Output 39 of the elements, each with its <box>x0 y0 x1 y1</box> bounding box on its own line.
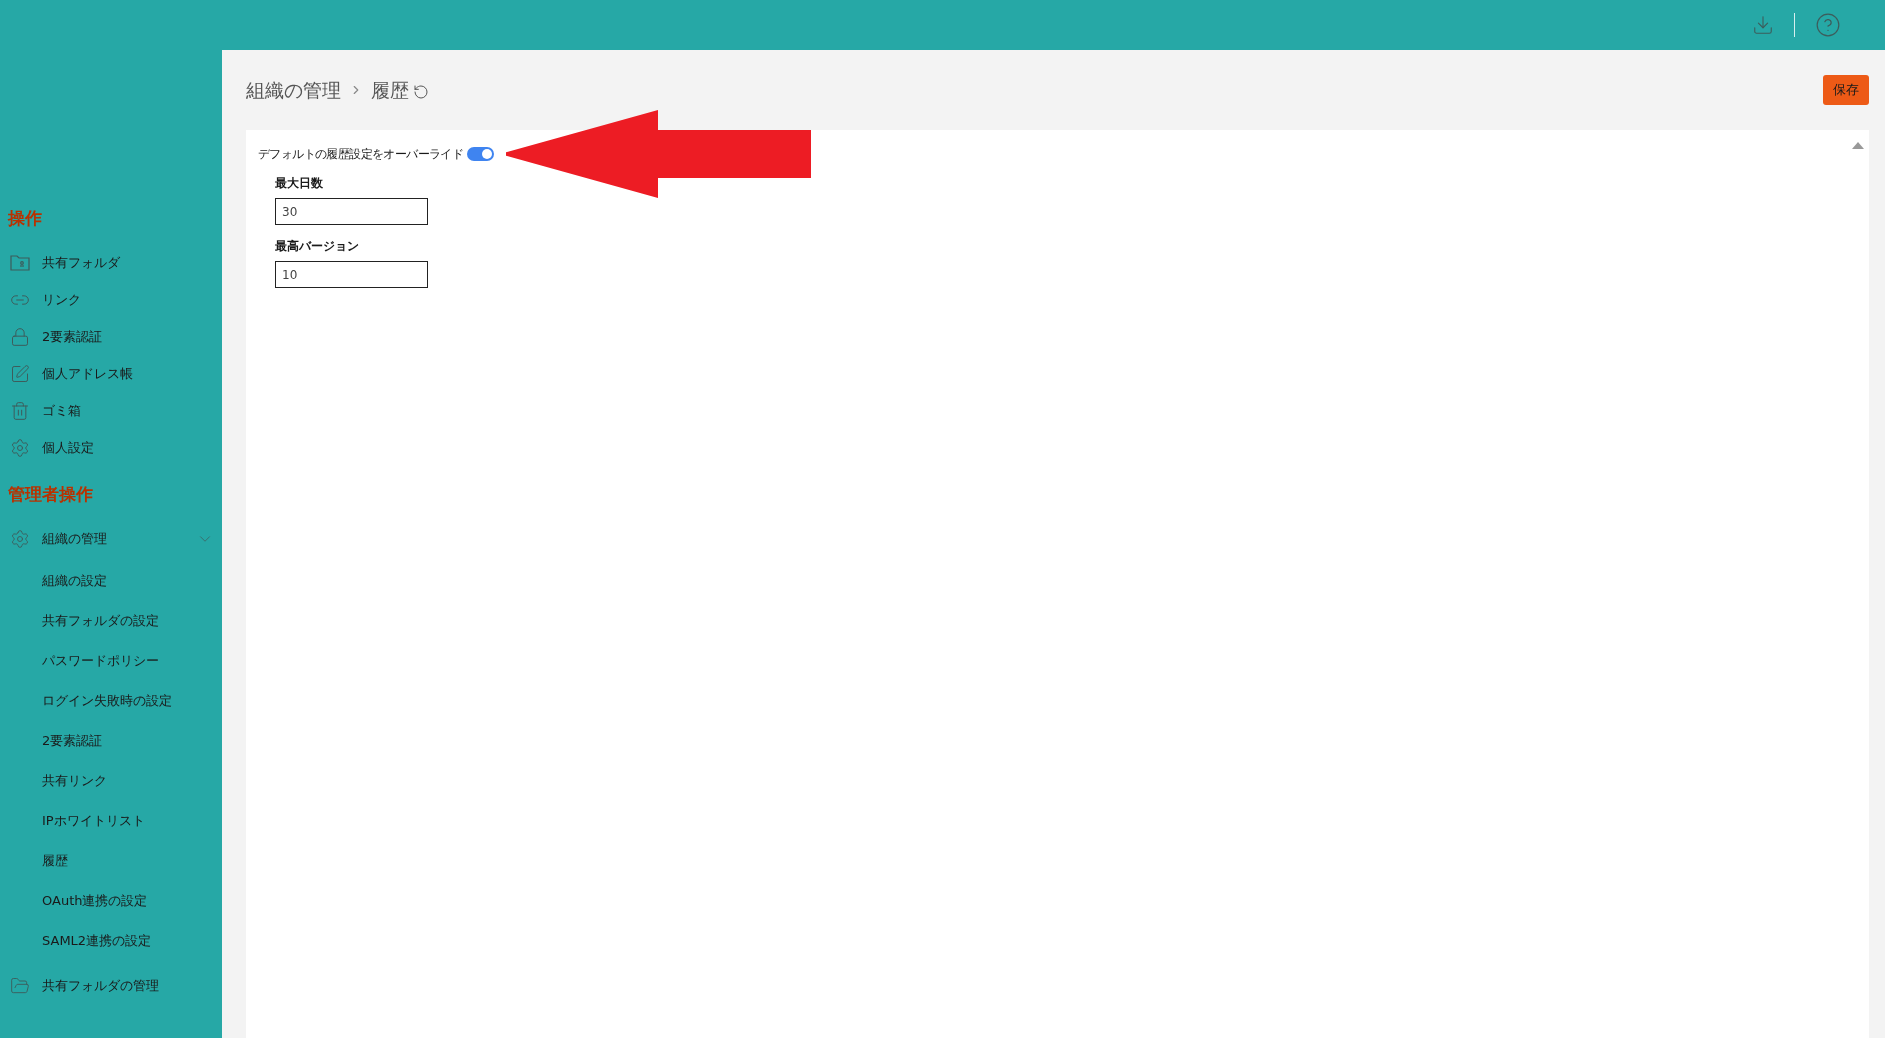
sidebar-item[interactable]: リンク <box>0 281 222 318</box>
settings-icon <box>10 437 30 458</box>
submenu-item[interactable]: SAML2連携の設定 <box>0 921 222 961</box>
field-label: 最高バージョン <box>275 238 360 255</box>
scroll-up-icon[interactable] <box>1851 140 1865 150</box>
submenu-item[interactable]: ログイン失敗時の設定 <box>0 681 222 721</box>
sidebar-item[interactable]: 共有フォルダの管理 <box>0 967 222 1004</box>
settings-icon <box>10 527 30 550</box>
submenu-item[interactable]: 共有リンク <box>0 761 222 801</box>
field-label: 最大日数 <box>275 175 324 192</box>
download-icon[interactable] <box>1752 14 1774 36</box>
toggle-switch[interactable] <box>467 147 495 161</box>
refresh-icon[interactable] <box>413 84 429 100</box>
breadcrumb-item[interactable]: 組織の管理 <box>246 75 341 105</box>
sidebar-item[interactable]: 個人アドレス帳 <box>0 355 222 392</box>
submenu-item[interactable]: OAuth連携の設定 <box>0 881 222 921</box>
trash-icon <box>10 400 30 421</box>
submenu-item[interactable]: 組織の設定 <box>0 561 222 601</box>
input-field[interactable]: 30 <box>275 198 428 225</box>
submenu-item[interactable]: IPホワイトリスト <box>0 801 222 841</box>
section-heading: 管理者操作 <box>7 483 94 506</box>
toggle-label: デフォルトの履歴設定をオーバーライド <box>258 146 464 162</box>
breadcrumb-item: 履歴 <box>371 77 409 103</box>
input-field[interactable]: 10 <box>275 261 428 288</box>
submenu-item[interactable]: 履歴 <box>0 841 222 881</box>
sidebar-item[interactable]: 個人設定 <box>0 429 222 466</box>
help-icon[interactable] <box>1815 12 1841 38</box>
lock-icon <box>10 326 30 347</box>
submenu-item[interactable]: パスワードポリシー <box>0 641 222 681</box>
sidebar-item[interactable]: 組織の管理 <box>0 520 222 557</box>
save-button[interactable]: 保存 <box>1823 75 1869 105</box>
edit-icon <box>10 363 30 384</box>
sidebar-item[interactable]: ゴミ箱 <box>0 392 222 429</box>
submenu-item[interactable]: 2要素認証 <box>0 721 222 761</box>
sidebar-item[interactable]: 2要素認証 <box>0 318 222 355</box>
folder-icon <box>10 253 30 272</box>
submenu-item[interactable]: 共有フォルダの設定 <box>0 601 222 641</box>
sidebar-item[interactable]: 共有フォルダ <box>0 244 222 281</box>
section-heading: 操作 <box>6 207 43 230</box>
